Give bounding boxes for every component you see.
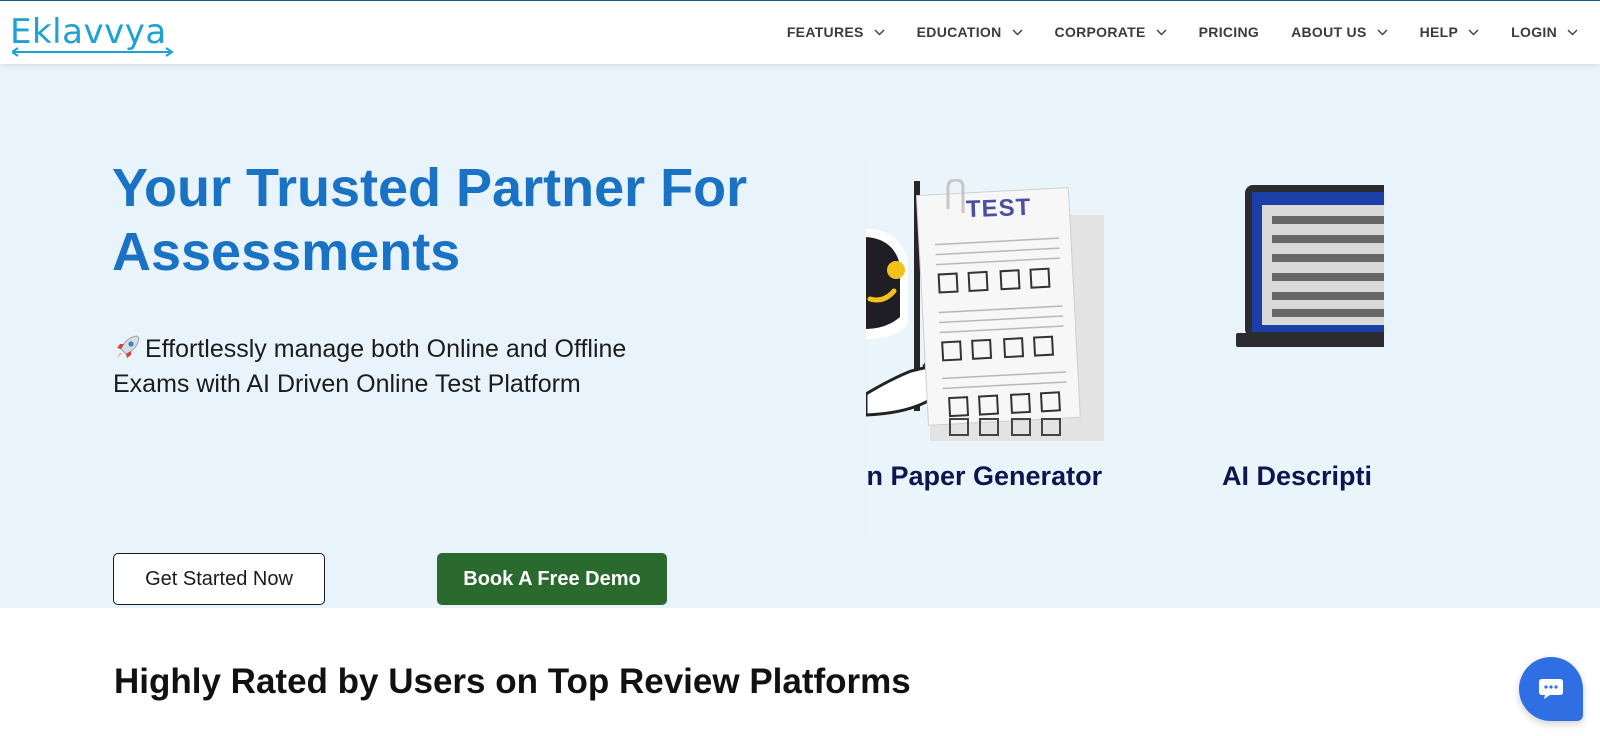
top-navbar: Eklavvya FEATURES EDUCATION CORPORATE PR bbox=[0, 0, 1600, 64]
test-paper-label: TEST bbox=[965, 193, 1032, 224]
logo-text: Eklavvya bbox=[10, 12, 167, 52]
nav-item-pricing[interactable]: PRICING bbox=[1199, 24, 1259, 40]
hero-title-line-2: Assessments bbox=[112, 222, 461, 282]
nav-item-label: FEATURES bbox=[786, 24, 864, 40]
reviews-title: Highly Rated by Users on Top Review Plat… bbox=[114, 662, 911, 701]
chat-bubble-icon bbox=[1539, 679, 1563, 699]
hero-title-line-1: Your Trusted Partner For bbox=[112, 158, 748, 218]
nav-item-label: PRICING bbox=[1198, 24, 1260, 40]
hero-title: Your Trusted Partner For Assessments bbox=[112, 156, 792, 284]
slide-caption: AI Descripti bbox=[1222, 461, 1373, 491]
laptop-icon bbox=[1236, 185, 1384, 349]
nav-item-label: HELP bbox=[1419, 24, 1459, 40]
nav-item-label: CORPORATE bbox=[1054, 24, 1146, 40]
chevron-down-icon bbox=[1012, 28, 1023, 36]
main-nav: FEATURES EDUCATION CORPORATE PRICING ABO… bbox=[755, 1, 1578, 63]
page: Eklavvya FEATURES EDUCATION CORPORATE PR bbox=[0, 0, 1600, 736]
nav-item-login[interactable]: LOGIN bbox=[1511, 24, 1578, 40]
chevron-down-icon bbox=[1377, 28, 1388, 36]
chat-widget-button[interactable] bbox=[1519, 657, 1583, 721]
nav-item-about-us[interactable]: ABOUT US bbox=[1291, 24, 1388, 40]
test-paper-robot-icon: TEST bbox=[866, 178, 1106, 441]
hero-subtitle-line-2: Exams with AI Driven Online Test Platfor… bbox=[113, 370, 581, 398]
chevron-down-icon bbox=[1567, 28, 1578, 36]
slide-caption: on Paper Generator bbox=[866, 461, 1103, 491]
nav-item-label: EDUCATION bbox=[916, 24, 1002, 40]
eklavvya-logo[interactable]: Eklavvya bbox=[10, 7, 174, 57]
nav-item-label: LOGIN bbox=[1511, 24, 1557, 40]
get-started-button[interactable]: Get Started Now bbox=[113, 553, 325, 605]
nav-item-features[interactable]: FEATURES bbox=[787, 24, 885, 40]
chevron-down-icon bbox=[874, 28, 885, 36]
book-demo-button[interactable]: Book A Free Demo bbox=[437, 553, 667, 605]
nav-item-label: ABOUT US bbox=[1291, 24, 1367, 40]
hero-subtitle-line-1: Effortlessly manage both Online and Offl… bbox=[145, 335, 627, 363]
logo-arrow-icon bbox=[12, 47, 174, 57]
nav-item-education[interactable]: EDUCATION bbox=[917, 24, 1023, 40]
hero-subtitle: Effortlessly manage both Online and Offl… bbox=[113, 332, 733, 402]
chevron-down-icon bbox=[1156, 28, 1167, 36]
rocket-icon bbox=[117, 335, 140, 358]
nav-item-corporate[interactable]: CORPORATE bbox=[1055, 24, 1167, 40]
feature-carousel[interactable]: TEST on Paper Generator AI Descripti bbox=[866, 159, 1384, 539]
nav-item-help[interactable]: HELP bbox=[1420, 24, 1480, 40]
chevron-down-icon bbox=[1468, 28, 1479, 36]
